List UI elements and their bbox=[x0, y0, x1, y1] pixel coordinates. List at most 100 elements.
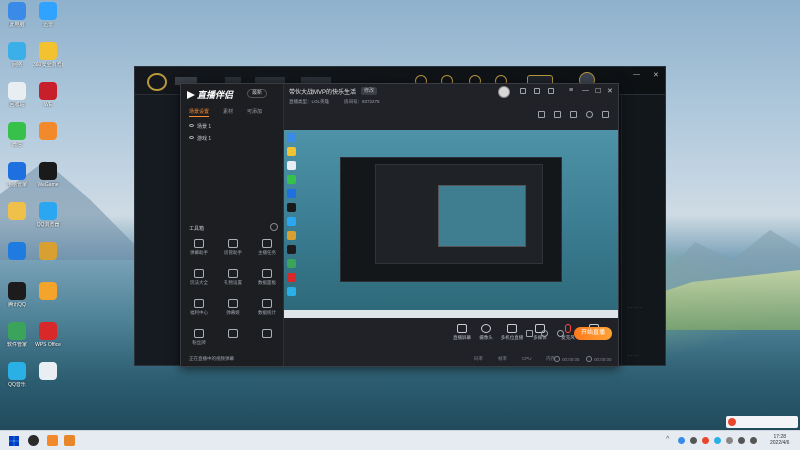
settings-icon[interactable] bbox=[548, 88, 554, 94]
avatar[interactable] bbox=[498, 86, 510, 98]
tool-label: 主播任务 bbox=[258, 250, 276, 255]
tray-icon[interactable] bbox=[690, 437, 697, 444]
app-icon bbox=[39, 162, 57, 180]
desktop-shortcut[interactable]: WPS Office bbox=[33, 322, 63, 362]
scene-item[interactable]: 场景 1 bbox=[185, 122, 280, 132]
desktop-shortcut[interactable]: 回收站 bbox=[2, 82, 32, 122]
desktop-shortcut[interactable] bbox=[2, 202, 32, 242]
toolbox-item[interactable]: 玩法大全 bbox=[183, 269, 215, 295]
toolbox-item[interactable]: 弹幕姬 bbox=[217, 299, 249, 325]
live-studio-window[interactable]: 直播伴侣 最新 场景设置 素材 可添加 场景 1 游戏 1 工具箱 弹幕助手 房管… bbox=[180, 83, 619, 367]
tray-icon[interactable] bbox=[702, 437, 709, 444]
toolbox-item[interactable]: 数据统计 bbox=[251, 299, 283, 325]
shortcut-label: 360安全浏览器 bbox=[33, 62, 63, 68]
game-app-icon[interactable] bbox=[28, 435, 39, 446]
settings-icon[interactable] bbox=[557, 330, 564, 337]
toolbox-add-icon[interactable] bbox=[270, 223, 278, 231]
input-method-toolbar[interactable] bbox=[726, 416, 798, 428]
version-badge[interactable]: 最新 bbox=[247, 89, 268, 98]
close-icon[interactable]: ✕ bbox=[607, 87, 613, 95]
multi-camera-button[interactable]: 多机位直播 bbox=[498, 324, 526, 341]
toolbox-item[interactable]: 礼物设置 bbox=[217, 269, 249, 295]
desktop-shortcut[interactable]: QQ浏览器 bbox=[33, 202, 63, 242]
tab-addable[interactable]: 可添加 bbox=[247, 108, 262, 115]
desktop-shortcut[interactable]: 360安全浏览器 bbox=[33, 42, 63, 82]
close-icon[interactable]: ✕ bbox=[653, 71, 659, 79]
minimize-icon[interactable]: — bbox=[633, 71, 640, 78]
desktop-shortcut[interactable] bbox=[33, 242, 63, 282]
desktop-shortcut[interactable]: 此电脑 bbox=[2, 2, 32, 42]
toolbox-item[interactable] bbox=[251, 329, 283, 355]
tab-scene[interactable]: 场景设置 bbox=[189, 108, 210, 117]
tray-icon[interactable] bbox=[714, 437, 721, 444]
desktop-shortcut[interactable]: 微信 bbox=[2, 122, 32, 162]
toolbox-item[interactable]: 粉丝牌 bbox=[183, 329, 215, 355]
windows-start-icon[interactable] bbox=[9, 436, 19, 446]
app-icon bbox=[8, 162, 26, 180]
lock-icon[interactable] bbox=[570, 111, 577, 118]
preview-nested-window bbox=[375, 164, 543, 264]
tool-label: 福利中心 bbox=[190, 310, 208, 315]
eye-icon[interactable] bbox=[189, 136, 194, 139]
desktop-shortcut[interactable]: WE bbox=[33, 82, 63, 122]
stream-preview[interactable] bbox=[284, 130, 618, 318]
desktop-shortcut[interactable]: QQ音乐 bbox=[2, 362, 32, 402]
more-icon[interactable] bbox=[602, 111, 609, 118]
lol-logo-icon bbox=[147, 73, 167, 91]
menu-icon[interactable]: ≡ bbox=[569, 87, 573, 94]
tool-icon bbox=[228, 269, 238, 278]
tab-materials[interactable]: 素材 bbox=[223, 108, 233, 115]
app-icon bbox=[8, 362, 26, 380]
studio-app-icon[interactable] bbox=[47, 435, 58, 446]
live-duration: 00:00:05 bbox=[554, 356, 580, 362]
toolbox-item[interactable] bbox=[217, 329, 249, 355]
toolbox-item[interactable]: 数据面板 bbox=[251, 269, 283, 295]
wifi-icon[interactable] bbox=[738, 437, 745, 444]
play-icon bbox=[187, 91, 195, 99]
desktop: 此电脑 迅雷网络 360安全浏览器回收站 WE 微信电脑管家 WeGame QQ浏览器腾讯Q… bbox=[0, 0, 800, 430]
camera-icon bbox=[481, 324, 491, 333]
toolbox-item[interactable]: 弹幕助手 bbox=[183, 239, 215, 265]
desktop-shortcut[interactable]: 腾讯QQ bbox=[2, 282, 32, 322]
volume-icon[interactable] bbox=[750, 437, 757, 444]
gift-icon[interactable] bbox=[538, 111, 545, 118]
edit-button[interactable]: 修改 bbox=[361, 87, 378, 95]
scene-item[interactable]: 游戏 1 bbox=[185, 134, 280, 144]
bag-icon[interactable] bbox=[554, 111, 561, 118]
room-title: 带伙大战MVP的快乐生活 bbox=[289, 90, 357, 96]
desktop-shortcut[interactable] bbox=[33, 362, 63, 402]
minimize-icon[interactable]: — bbox=[582, 87, 589, 94]
maximize-icon[interactable]: ☐ bbox=[595, 87, 601, 95]
desktop-shortcut[interactable]: 电脑管家 bbox=[2, 162, 32, 202]
clock[interactable]: 17:28 2022/4/6 bbox=[770, 434, 789, 446]
room-number: 房间号：9372275 bbox=[344, 99, 380, 104]
shortcut-label: WPS Office bbox=[35, 342, 61, 348]
chevron-up-icon[interactable]: ^ bbox=[666, 436, 669, 443]
desktop-shortcut[interactable] bbox=[33, 282, 63, 322]
desktop-shortcut[interactable]: 网络 bbox=[2, 42, 32, 82]
desktop-shortcut[interactable]: 软件管家 bbox=[2, 322, 32, 362]
tray-icon[interactable] bbox=[678, 437, 685, 444]
desktop-shortcut[interactable] bbox=[2, 242, 32, 282]
camera-toggle-icon[interactable] bbox=[526, 330, 533, 337]
preview-eye-icon[interactable] bbox=[541, 330, 548, 337]
start-live-button[interactable]: 开始直播 bbox=[574, 327, 612, 340]
camera-button[interactable]: 摄像头 bbox=[472, 324, 500, 341]
desktop-shortcut[interactable]: WeGame bbox=[33, 162, 63, 202]
skin-icon[interactable] bbox=[520, 88, 526, 94]
app-icon bbox=[39, 282, 57, 300]
app-icon bbox=[8, 82, 26, 100]
share-icon[interactable] bbox=[586, 111, 593, 118]
studio-app-icon[interactable] bbox=[64, 435, 75, 446]
desktop-shortcut[interactable] bbox=[33, 122, 63, 162]
app-icon bbox=[8, 242, 26, 260]
tool-icon bbox=[262, 299, 272, 308]
message-icon[interactable] bbox=[534, 88, 540, 94]
toolbox-item[interactable]: 福利中心 bbox=[183, 299, 215, 325]
eye-icon[interactable] bbox=[189, 124, 194, 127]
tray-icon[interactable] bbox=[726, 437, 733, 444]
toolbox-item[interactable]: 房管助手 bbox=[217, 239, 249, 265]
status-text: 正在直播中的视频弹幕 bbox=[189, 356, 234, 361]
desktop-shortcut[interactable]: 迅雷 bbox=[33, 2, 63, 42]
toolbox-item[interactable]: 主播任务 bbox=[251, 239, 283, 265]
